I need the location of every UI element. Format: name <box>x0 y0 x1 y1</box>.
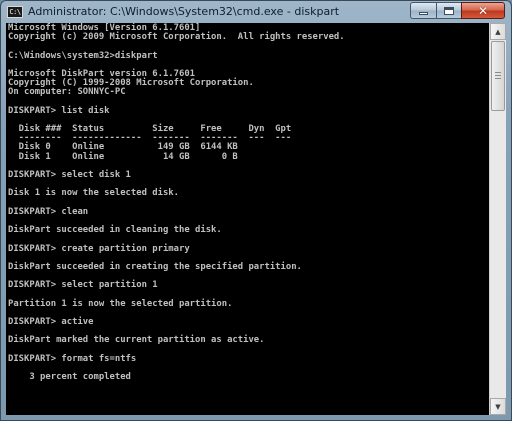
console-line: DISKPART> list disk <box>8 105 110 116</box>
title-bar[interactable]: C:\ Administrator: C:\Windows\System32\c… <box>1 1 511 23</box>
window-title: Administrator: C:\Windows\System32\cmd.e… <box>28 5 340 18</box>
console-text: Microsoft Windows [Version 6.1.7601] Copy… <box>6 23 489 410</box>
console-line: Partition 1 is now the selected partitio… <box>8 298 233 309</box>
maximize-icon <box>444 6 454 15</box>
scroll-up-arrow-icon[interactable]: ▲ <box>490 23 506 40</box>
close-icon: ✕ <box>477 3 489 18</box>
console-line: DISKPART> clean <box>8 206 89 217</box>
scroll-thumb[interactable] <box>491 41 505 111</box>
console-line: Copyright (c) 2009 Microsoft Corporation… <box>8 32 345 43</box>
console-line: Disk 1 Online 14 GB 0 B <box>8 151 238 162</box>
console-line: On computer: SONNYC-PC <box>8 87 126 98</box>
maximize-button[interactable] <box>436 2 461 19</box>
console-line: DISKPART> active <box>8 317 94 327</box>
console-line: DiskPart succeeded in creating the speci… <box>8 261 302 272</box>
console-line: DISKPART> create partition primary <box>8 243 190 254</box>
cmd-app-icon[interactable]: C:\ <box>7 6 23 18</box>
thumb-grip-icon <box>495 72 501 80</box>
console-line: DISKPART> select disk 1 <box>8 170 131 180</box>
minimize-icon <box>419 12 428 15</box>
minimize-button[interactable] <box>410 2 436 19</box>
console-line: DiskPart marked the current partition as… <box>8 335 265 346</box>
console-line: C:\Windows\system32>diskpart <box>8 50 158 61</box>
cmd-window: C:\ Administrator: C:\Windows\System32\c… <box>0 0 512 421</box>
console-line: DISKPART> format fs=ntfs <box>8 353 137 364</box>
caption-buttons: ✕ <box>410 2 505 19</box>
console-output[interactable]: Microsoft Windows [Version 6.1.7601] Copy… <box>6 23 489 415</box>
console-line: DISKPART> select partition 1 <box>8 280 158 291</box>
vertical-scrollbar[interactable]: ▲ ▼ <box>489 23 506 415</box>
scroll-down-arrow-icon[interactable]: ▼ <box>490 398 506 415</box>
console-line: DiskPart succeeded in cleaning the disk. <box>8 225 222 236</box>
console-line: 3 percent completed <box>8 372 131 383</box>
close-button[interactable]: ✕ <box>461 2 505 19</box>
console-line: Disk 1 is now the selected disk. <box>8 188 179 199</box>
